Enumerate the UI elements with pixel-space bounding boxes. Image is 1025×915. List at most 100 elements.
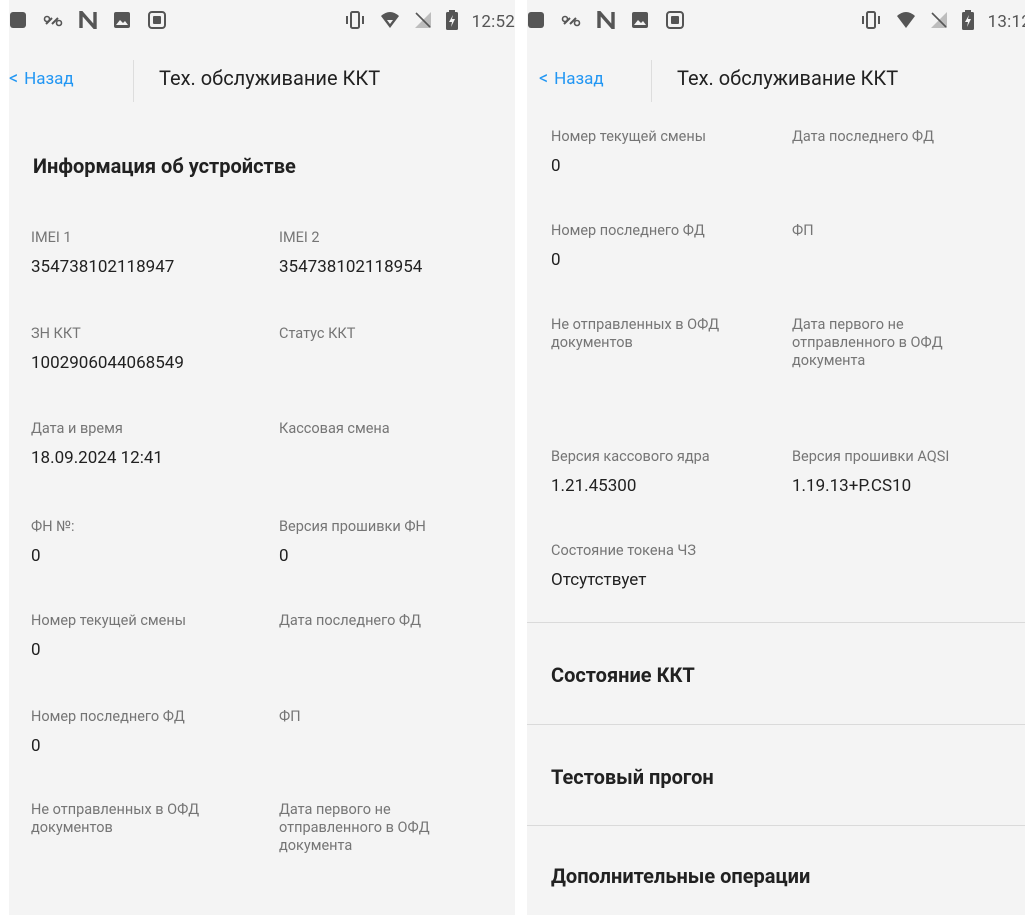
field-last-fd-number: Номер последнего ФД 0 <box>551 222 776 270</box>
vibrate-icon <box>344 11 366 33</box>
field-label: Номер текущей смены <box>551 128 706 145</box>
field-label: Дата первого не отправленного в ОФД доку… <box>792 316 943 369</box>
field-value: 354738102118954 <box>279 257 423 277</box>
field-label: Версия прошивки AQSI <box>792 448 950 465</box>
field-imei1: IMEI 1 354738102118947 <box>31 229 261 277</box>
field-fn-number: ФН №: 0 <box>31 518 261 566</box>
field-value: 0 <box>31 736 41 756</box>
field-value: 1.19.13+P.CS10 <box>792 476 912 496</box>
field-label: Номер последнего ФД <box>551 222 705 239</box>
app-notification-icon <box>527 11 545 33</box>
field-label: ФН №: <box>31 518 75 535</box>
field-serial-kkt: ЗН ККТ 1002906044068549 <box>31 325 261 373</box>
field-aqsi-firmware: Версия прошивки AQSI 1.19.13+P.CS10 <box>792 448 1017 496</box>
field-label: Номер последнего ФД <box>31 708 185 725</box>
right-screen: 13:12 <Назад Тех. обслуживание ККТ Номер… <box>527 0 1025 915</box>
status-bar: 13:12 <box>527 0 1025 44</box>
chevron-left-icon: < <box>539 68 549 89</box>
menu-item-kkt-state[interactable]: Состояние ККТ <box>551 663 695 687</box>
field-unsent-count: Не отправленных в ОФД документов <box>31 801 269 847</box>
no-signal-icon <box>414 11 432 33</box>
field-label: Не отправленных в ОФД документов <box>551 316 720 351</box>
field-imei2: IMEI 2 354738102118954 <box>279 229 499 277</box>
n-logo-icon <box>79 7 97 33</box>
field-label: ЗН ККТ <box>31 325 81 342</box>
field-label: ФП <box>279 708 301 725</box>
field-value: 0 <box>31 640 41 660</box>
field-current-shift: Номер текущей смены 0 <box>31 612 261 660</box>
screen-record-icon <box>665 10 685 34</box>
status-time: 12:52 <box>471 12 515 32</box>
field-kkt-status: Статус ККТ <box>279 325 499 353</box>
screen-record-icon <box>147 10 167 34</box>
field-value: 0 <box>551 156 561 176</box>
field-datetime: Дата и время 18.09.2024 12:41 <box>31 420 261 468</box>
back-button[interactable]: < Назад <box>539 68 604 89</box>
divider <box>527 825 1025 826</box>
top-app-bar: < Назад Тех. обслуживание ККТ <box>9 58 515 102</box>
field-value: 1.21.45300 <box>551 476 637 496</box>
field-value: 0 <box>31 546 41 566</box>
field-last-fd-number: Номер последнего ФД 0 <box>31 708 261 756</box>
top-app-bar: < Назад Тех. обслуживание ККТ <box>527 58 1025 102</box>
field-value: 0 <box>551 250 561 270</box>
field-label: Состояние токена ЧЗ <box>551 542 696 559</box>
field-label: Дата и время <box>31 420 123 437</box>
field-label: Кассовая смена <box>279 420 390 437</box>
nav-divider <box>651 60 652 102</box>
field-label: Дата последнего ФД <box>792 128 935 145</box>
field-cash-shift: Кассовая смена <box>279 420 499 448</box>
vibrate-icon <box>860 11 882 33</box>
field-fn-firmware: Версия прошивки ФН 0 <box>279 518 499 566</box>
field-fp: ФП <box>792 222 1017 250</box>
back-label: Назад <box>554 69 604 89</box>
no-signal-icon <box>930 11 948 33</box>
field-value: 18.09.2024 12:41 <box>31 448 163 468</box>
wifi-icon <box>380 11 400 33</box>
image-icon <box>113 11 131 33</box>
field-value: 0 <box>279 546 289 566</box>
field-last-fd-date: Дата последнего ФД <box>279 612 499 640</box>
status-bar: 12:52 <box>9 0 515 44</box>
left-screen: 12:52 < Назад Тех. обслуживание ККТ Инфор… <box>9 0 515 915</box>
battery-charging-icon <box>445 10 458 34</box>
field-first-unsent-date: Дата первого не отправленного в ОФД доку… <box>279 801 484 865</box>
field-label: Номер текущей смены <box>31 612 186 629</box>
back-label: Назад <box>24 69 74 89</box>
field-label: Дата последнего ФД <box>279 612 422 629</box>
divider <box>527 724 1025 725</box>
field-core-version: Версия кассового ядра 1.21.45300 <box>551 448 776 496</box>
field-value: Отсутствует <box>551 570 647 590</box>
field-label: ФП <box>792 222 814 239</box>
section-title-device-info: Информация об устройстве <box>33 154 296 178</box>
field-value: 354738102118947 <box>31 257 175 277</box>
status-time: 13:12 <box>987 12 1025 32</box>
app-notification-icon <box>9 11 27 33</box>
n-logo-icon <box>597 7 615 33</box>
field-label: Версия кассового ядра <box>551 448 710 465</box>
menu-item-test-run[interactable]: Тестовый прогон <box>551 765 714 789</box>
field-unsent-count: Не отправленных в ОФД документов <box>551 316 776 362</box>
field-value: 1002906044068549 <box>31 353 184 373</box>
chevron-left-icon: < <box>9 68 19 89</box>
image-icon <box>631 11 649 33</box>
back-button[interactable]: < Назад <box>9 68 74 89</box>
page-title: Тех. обслуживание ККТ <box>677 66 899 90</box>
field-last-fd-date: Дата последнего ФД <box>792 128 1017 156</box>
link-icon <box>43 11 63 33</box>
field-label: Не отправленных в ОФД документов <box>31 801 200 836</box>
link-icon <box>561 11 581 33</box>
nav-divider <box>133 60 134 102</box>
field-label: Версия прошивки ФН <box>279 518 426 535</box>
menu-item-additional-operations[interactable]: Дополнительные операции <box>551 864 810 888</box>
field-label: Статус ККТ <box>279 325 356 342</box>
wifi-icon <box>896 11 916 33</box>
field-label: IMEI 2 <box>279 229 320 246</box>
field-first-unsent-date: Дата первого не отправленного в ОФД доку… <box>792 316 997 380</box>
field-label: Дата первого не отправленного в ОФД доку… <box>279 801 430 854</box>
field-cz-token-state: Состояние токена ЧЗ Отсутствует <box>551 542 851 590</box>
page-title: Тех. обслуживание ККТ <box>159 66 381 90</box>
field-fp: ФП <box>279 708 499 736</box>
field-current-shift: Номер текущей смены 0 <box>551 128 776 176</box>
divider <box>527 622 1025 623</box>
